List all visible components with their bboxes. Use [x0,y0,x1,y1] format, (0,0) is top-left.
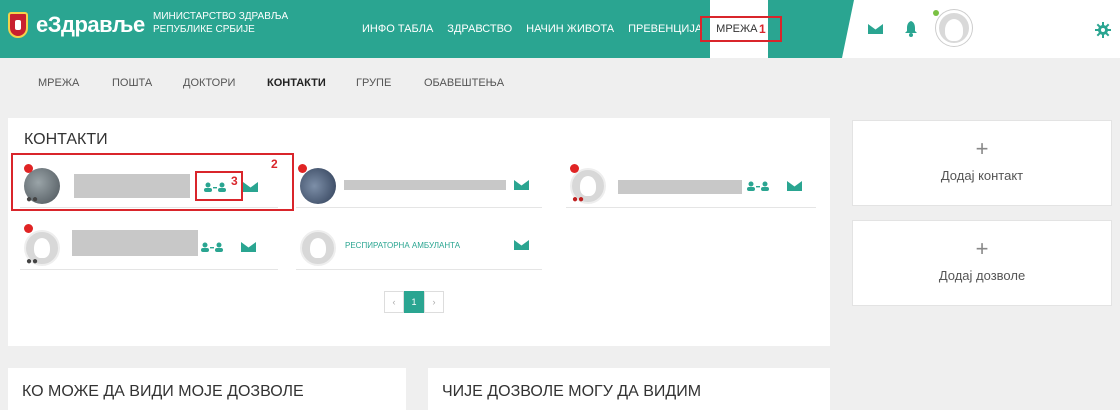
whose-i-see-panel: ЧИЈЕ ДОЗВОЛЕ МОГУ ДА ВИДИМ [428,368,830,410]
contacts-title: КОНТАКТИ [24,131,108,148]
add-contact-button[interactable]: + Додај контакт [852,120,1112,206]
add-permission-button[interactable]: + Додај дозволе [852,220,1112,306]
annotation-label-1: 1 [759,22,766,36]
add-permission-label: Додај дозволе [938,268,1026,283]
site-logo[interactable]: eЗдравље [8,12,145,38]
redacted-name [72,230,198,256]
bell-icon[interactable] [904,21,918,37]
subnav-network[interactable]: МРЕЖА [38,77,79,89]
serbia-crest-icon [8,12,28,38]
user-avatar[interactable] [936,10,972,46]
gear-icon[interactable] [1095,22,1111,38]
mail-icon[interactable] [241,242,256,252]
group-icon[interactable] [201,242,223,252]
redacted-name [618,180,742,194]
annotation-box-1 [700,16,782,42]
status-dot [24,224,33,233]
nav-info-boards[interactable]: ИНФО ТАБЛА [362,23,433,35]
add-contact-label: Додај контакт [940,168,1024,183]
subnav-groups[interactable]: ГРУПЕ [356,77,391,89]
contact-card[interactable]: РЕСПИРАТОРНА АМБУЛАНТА [296,222,542,270]
subnav-mail[interactable]: ПОШТА [112,77,152,89]
nav-prevention[interactable]: ПРЕВЕНЦИЈА [628,23,702,35]
annotation-label-3: 3 [231,174,238,188]
binoculars-icon: ●● [572,194,585,205]
nav-healthcare[interactable]: ЗДРАВСТВО [447,23,512,35]
subnav-contacts[interactable]: КОНТАКТИ [267,77,326,89]
plus-icon: + [975,136,989,161]
annotation-box-2 [11,153,294,211]
ministry-label: МИНИСТАРСТВО ЗДРАВЉА РЕПУБЛИКЕ СРБИЈЕ [153,11,289,35]
online-status-dot [933,10,939,16]
redacted-name [344,180,506,190]
nav-lifestyle[interactable]: НАЧИН ЖИВОТА [526,23,614,35]
status-dot [298,164,307,173]
binoculars-icon: ●● [26,256,39,267]
contact-card[interactable] [296,160,542,208]
contact-name[interactable]: РЕСПИРАТОРНА АМБУЛАНТА [345,241,460,250]
group-icon[interactable] [747,181,769,191]
contact-card[interactable]: ●● [566,160,816,208]
subnav-doctors[interactable]: ДОКТОРИ [183,77,235,89]
header-right-panel [842,0,1120,58]
who-can-see-panel: КО МОЖЕ ДА ВИДИ МОЈЕ ДОЗВОЛЕ [8,368,406,410]
mail-icon[interactable] [514,180,529,190]
who-can-see-title: КО МОЖЕ ДА ВИДИ МОЈЕ ДОЗВОЛЕ [22,383,304,400]
pagination-page[interactable]: 1 [404,291,424,313]
contact-avatar [300,230,336,266]
pagination-prev[interactable]: ‹ [384,291,404,313]
pagination-next[interactable]: › [424,291,444,313]
whose-i-see-title: ЧИЈЕ ДОЗВОЛЕ МОГУ ДА ВИДИМ [442,383,702,400]
sub-nav: МРЕЖА ПОШТА ДОКТОРИ КОНТАКТИ ГРУПЕ ОБАВЕ… [0,58,1120,110]
plus-icon: + [975,236,989,261]
brand-name: eЗдравље [36,12,145,37]
top-header: eЗдравље МИНИСТАРСТВО ЗДРАВЉА РЕПУБЛИКЕ … [0,0,1120,58]
annotation-label-2: 2 [271,157,278,171]
pagination: ‹ 1 › [384,291,444,313]
subnav-notifications[interactable]: ОБАВЕШТЕЊА [424,77,504,89]
contact-avatar [300,168,336,204]
contact-card[interactable]: ●● [20,222,278,270]
mail-icon[interactable] [787,181,802,191]
mail-icon[interactable] [514,240,529,250]
status-dot [570,164,579,173]
